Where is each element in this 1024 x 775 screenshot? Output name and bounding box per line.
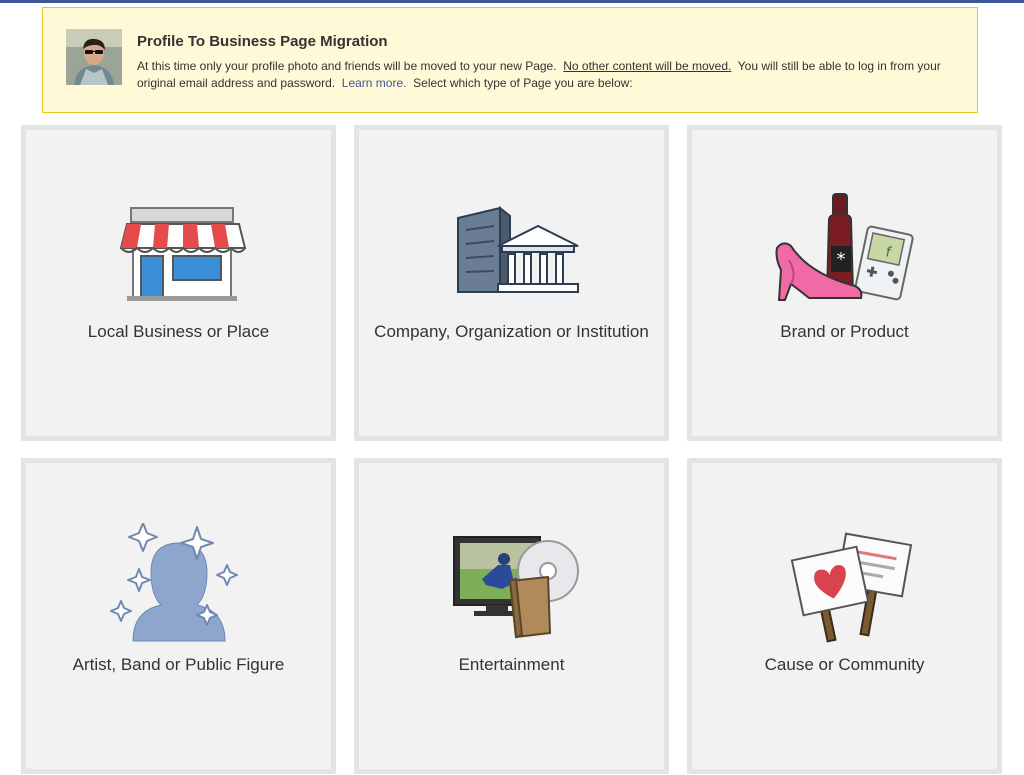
silhouette-icon [103,522,253,643]
category-cause[interactable]: Cause or Community [687,458,1002,774]
svg-text:*: * [837,249,846,270]
notice-title: Profile To Business Page Migration [137,33,388,50]
buildings-icon [436,190,586,310]
top-bar [0,0,1024,3]
category-label: Cause or Community [764,655,925,674]
notice-text-select: Select which type of Page you are below: [413,76,633,90]
avatar [66,29,122,85]
category-label: Artist, Band or Public Figure [72,655,285,674]
category-label: Company, Organization or Institution [374,322,649,341]
category-label: Entertainment [458,655,565,674]
notice-text: At this time only your profile photo and… [137,58,967,92]
category-local-business[interactable]: Local Business or Place [21,125,336,441]
category-label: Local Business or Place [87,322,270,341]
media-icon [436,523,586,643]
signs-icon [769,523,919,643]
category-company[interactable]: Company, Organization or Institution [354,125,669,441]
notice-text-underlined: No other content will be moved. [563,59,732,73]
learn-more-link[interactable]: Learn more. [342,76,407,90]
category-brand[interactable]: * f Brand or Product [687,125,1002,441]
migration-notice: Profile To Business Page Migration At th… [42,7,978,113]
category-entertainment[interactable]: Entertainment [354,458,669,774]
notice-text-intro: At this time only your profile photo and… [137,59,557,73]
category-label: Brand or Product [780,322,909,341]
storefront-icon [103,190,253,310]
category-artist[interactable]: Artist, Band or Public Figure [21,458,336,774]
products-icon: * f [769,190,919,310]
